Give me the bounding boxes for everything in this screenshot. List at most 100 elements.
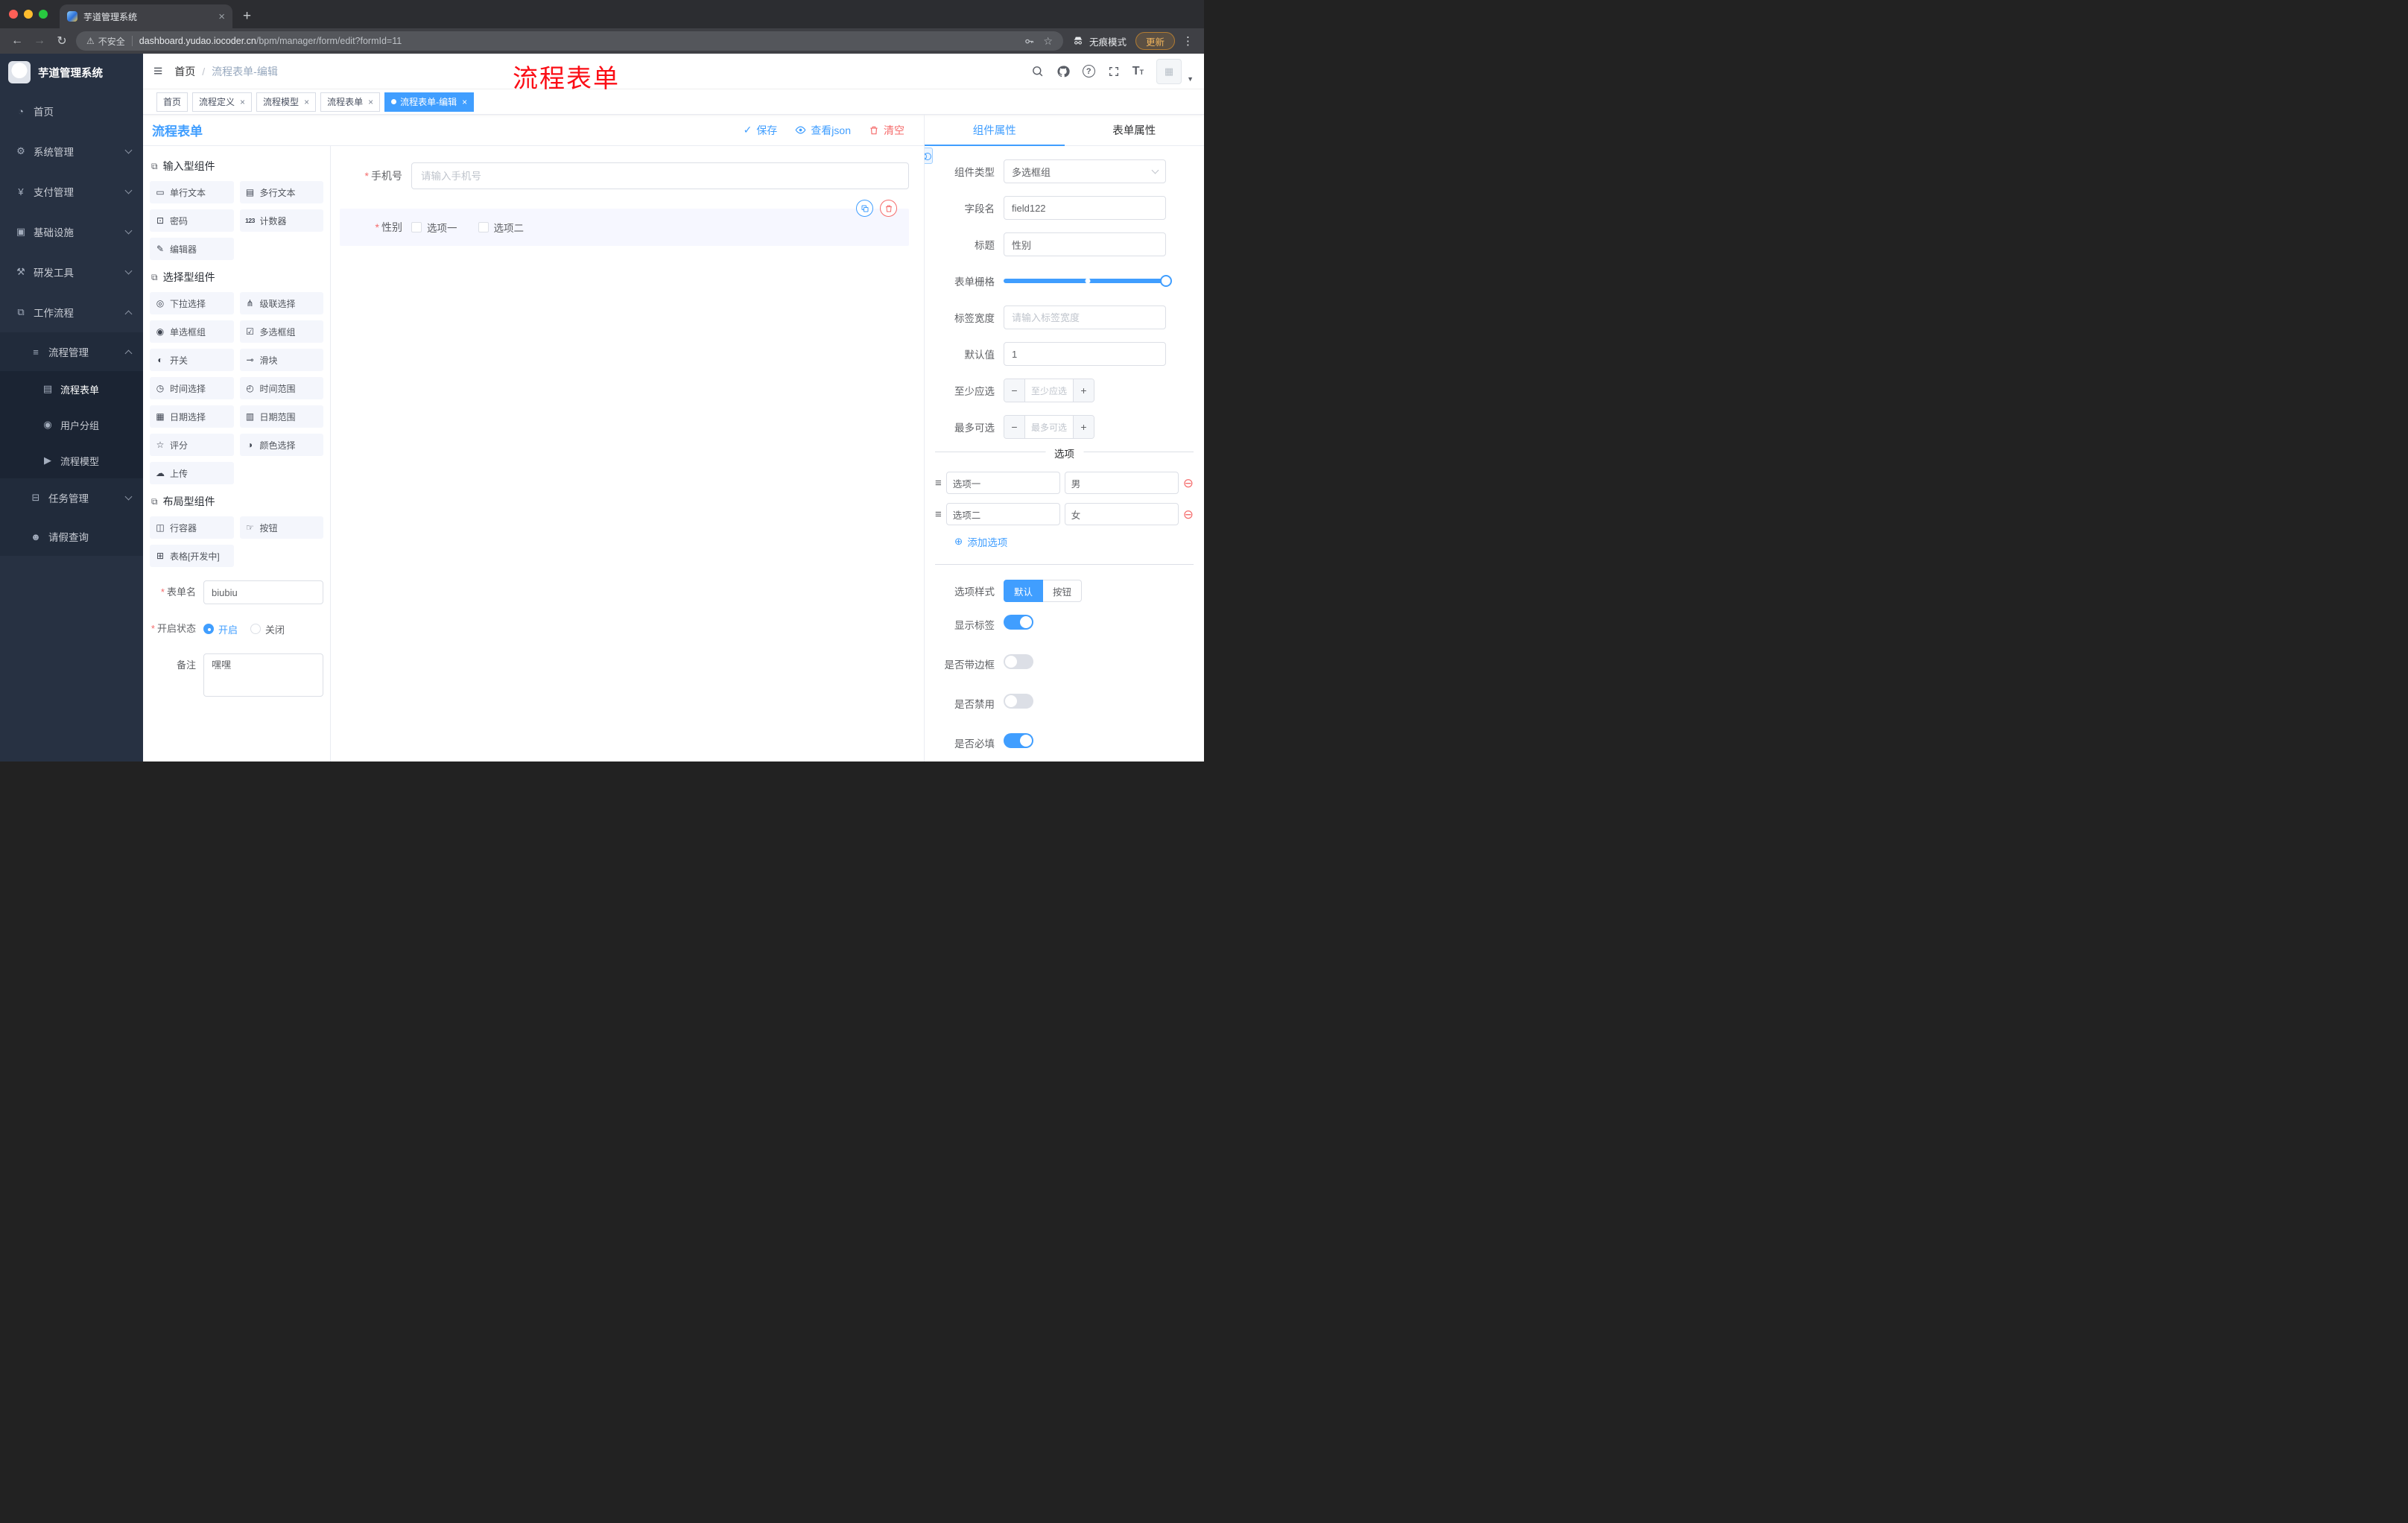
sidebar-item-workflow[interactable]: ⧉ 工作流程 xyxy=(0,292,143,332)
palette-item-editor[interactable]: ✎ 编辑器 xyxy=(150,238,234,260)
window-close-button[interactable] xyxy=(9,10,18,19)
search-icon[interactable] xyxy=(1031,65,1044,77)
checkbox-unchecked-icon[interactable] xyxy=(478,222,489,232)
form-field-gender[interactable]: 性别 选项一 选项二 xyxy=(340,220,909,235)
palette-item-password[interactable]: ⊡ 密码 xyxy=(150,209,234,232)
tag-process-form-edit[interactable]: 流程表单-编辑 × xyxy=(384,92,475,112)
palette-item-color-picker[interactable]: ◑ 颜色选择 xyxy=(239,434,323,456)
palette-item-time-range[interactable]: ◴ 时间范围 xyxy=(239,377,323,399)
status-on-radio[interactable]: 开启 xyxy=(203,622,238,636)
palette-item-button[interactable]: ☞ 按钮 xyxy=(239,516,323,539)
palette-item-date-range[interactable]: ▥ 日期范围 xyxy=(239,405,323,428)
props-tab-form[interactable]: 表单属性 xyxy=(1065,115,1205,145)
drag-handle-icon[interactable]: ≡ xyxy=(935,508,942,521)
gender-option-1[interactable]: 选项一 xyxy=(411,220,457,235)
option-style-choice-1[interactable]: 默认 xyxy=(1004,580,1044,602)
increase-button[interactable]: + xyxy=(1073,416,1094,438)
copy-component-button[interactable] xyxy=(856,200,873,217)
remove-option-icon[interactable]: ⊖ xyxy=(1183,477,1194,490)
option-style-choice-2[interactable]: 按钮 xyxy=(1043,580,1083,602)
option-value-input[interactable] xyxy=(1064,503,1179,525)
palette-item-rate[interactable]: ☆ 评分 xyxy=(150,434,234,456)
min-select-value[interactable]: 至少应选 xyxy=(1025,379,1073,402)
gender-option-2[interactable]: 选项二 xyxy=(478,220,524,235)
sidebar-item-home[interactable]: ◔ 首页 xyxy=(0,91,143,131)
bookmark-star-icon[interactable]: ☆ xyxy=(1043,35,1053,48)
tag-process-model[interactable]: 流程模型 × xyxy=(256,92,317,112)
slider-track[interactable] xyxy=(1004,275,1172,287)
back-button[interactable]: ← xyxy=(9,34,25,48)
palette-item-checkbox-group[interactable]: ☑ 多选框组 xyxy=(239,320,323,343)
drag-handle-icon[interactable]: ≡ xyxy=(935,477,942,490)
tag-process-form[interactable]: 流程表单 × xyxy=(320,92,381,112)
security-indicator[interactable]: ⚠ 不安全 xyxy=(86,35,125,48)
title-input[interactable] xyxy=(1004,232,1166,256)
option-value-input[interactable] xyxy=(1064,472,1179,494)
props-tab-component[interactable]: 组件属性 xyxy=(925,115,1065,146)
sidebar-item-infrastructure[interactable]: ▣ 基础设施 xyxy=(0,212,143,252)
palette-item-radio-group[interactable]: ◉ 单选框组 xyxy=(150,320,234,343)
palette-item-table[interactable]: ⊞ 表格[开发中] xyxy=(150,545,234,567)
reload-button[interactable]: ↻ xyxy=(54,34,70,48)
palette-item-dropdown[interactable]: ◎ 下拉选择 xyxy=(150,292,234,314)
sidebar-item-user-group[interactable]: ◉ 用户分组 xyxy=(0,407,143,443)
password-key-icon[interactable] xyxy=(1024,36,1035,47)
delete-component-button[interactable] xyxy=(880,200,897,217)
sidebar-item-process-model[interactable]: ▶ 流程模型 xyxy=(0,443,143,478)
clear-button[interactable]: 清空 xyxy=(869,123,904,138)
browser-menu-button[interactable]: ⋮ xyxy=(1182,34,1194,48)
tag-close-icon[interactable]: × xyxy=(240,97,245,107)
fullscreen-icon[interactable] xyxy=(1108,66,1120,77)
with-border-switch[interactable] xyxy=(1004,654,1033,669)
tab-close-icon[interactable]: × xyxy=(218,11,225,22)
palette-item-slider[interactable]: ⊸ 滑块 xyxy=(239,349,323,371)
form-canvas[interactable]: 手机号 性别 选项一 选项二 xyxy=(331,146,924,762)
remove-option-icon[interactable]: ⊖ xyxy=(1183,508,1194,521)
sidebar-item-leave-query[interactable]: ☻ 请假查询 xyxy=(0,517,143,556)
browser-tab[interactable]: 芋道管理系统 × xyxy=(60,4,232,28)
save-button[interactable]: ✓ 保存 xyxy=(744,123,778,138)
status-off-radio[interactable]: 关闭 xyxy=(250,622,285,636)
hamburger-menu-icon[interactable]: ≡ xyxy=(153,63,162,79)
required-switch[interactable] xyxy=(1004,733,1033,748)
remark-textarea[interactable]: 嘿嘿 xyxy=(203,653,323,697)
selected-component-gender[interactable]: 性别 选项一 选项二 xyxy=(340,200,909,246)
decrease-button[interactable]: − xyxy=(1004,416,1025,438)
default-value-input[interactable] xyxy=(1004,342,1166,366)
tag-home[interactable]: 首页 xyxy=(156,92,188,112)
sidebar-item-process-management[interactable]: ≡ 流程管理 xyxy=(0,332,143,371)
form-field-mobile[interactable]: 手机号 xyxy=(340,162,916,189)
address-bar[interactable]: ⚠ 不安全 dashboard.yudao.iocoder.cn/bpm/mana… xyxy=(76,31,1063,51)
avatar[interactable]: ▦ xyxy=(1156,58,1182,84)
update-button[interactable]: 更新 xyxy=(1135,32,1175,50)
add-option-button[interactable]: ⊕ 添加选项 xyxy=(954,534,1194,549)
palette-item-multi-text[interactable]: ▤ 多行文本 xyxy=(239,181,323,203)
max-select-value[interactable]: 最多可选 xyxy=(1025,416,1073,438)
form-name-input[interactable] xyxy=(203,580,323,604)
sidebar-item-task-management[interactable]: ⊟ 任务管理 xyxy=(0,478,143,517)
palette-item-single-text[interactable]: ▭ 单行文本 xyxy=(150,181,234,203)
sidebar-item-process-form[interactable]: ▤ 流程表单 xyxy=(0,371,143,407)
tag-close-icon[interactable]: × xyxy=(368,97,373,107)
github-icon[interactable] xyxy=(1056,65,1070,78)
palette-item-date-picker[interactable]: ▦ 日期选择 xyxy=(150,405,234,428)
mobile-input[interactable] xyxy=(411,162,909,189)
font-size-icon[interactable]: TT xyxy=(1132,65,1144,78)
palette-item-cascader[interactable]: ⋔ 级联选择 xyxy=(239,292,323,314)
tag-process-definition[interactable]: 流程定义 × xyxy=(192,92,253,112)
tag-close-icon[interactable]: × xyxy=(462,97,467,107)
palette-item-row-container[interactable]: ◫ 行容器 xyxy=(150,516,234,539)
sidebar-item-payment-management[interactable]: ¥ 支付管理 xyxy=(0,171,143,212)
field-name-input[interactable] xyxy=(1004,196,1166,220)
form-grid-slider[interactable] xyxy=(1004,269,1172,293)
palette-item-counter[interactable]: 123 计数器 xyxy=(239,209,323,232)
option-label-input[interactable] xyxy=(945,503,1060,525)
breadcrumb-home[interactable]: 首页 xyxy=(174,64,195,79)
help-icon[interactable]: ? xyxy=(1082,65,1095,77)
label-width-input[interactable] xyxy=(1004,305,1166,329)
decrease-button[interactable]: − xyxy=(1004,379,1025,402)
forward-button[interactable]: → xyxy=(31,34,48,48)
palette-item-switch[interactable]: ◐ 开关 xyxy=(150,349,234,371)
tag-close-icon[interactable]: × xyxy=(304,97,309,107)
sidebar-item-system-management[interactable]: ⚙ 系统管理 xyxy=(0,131,143,171)
